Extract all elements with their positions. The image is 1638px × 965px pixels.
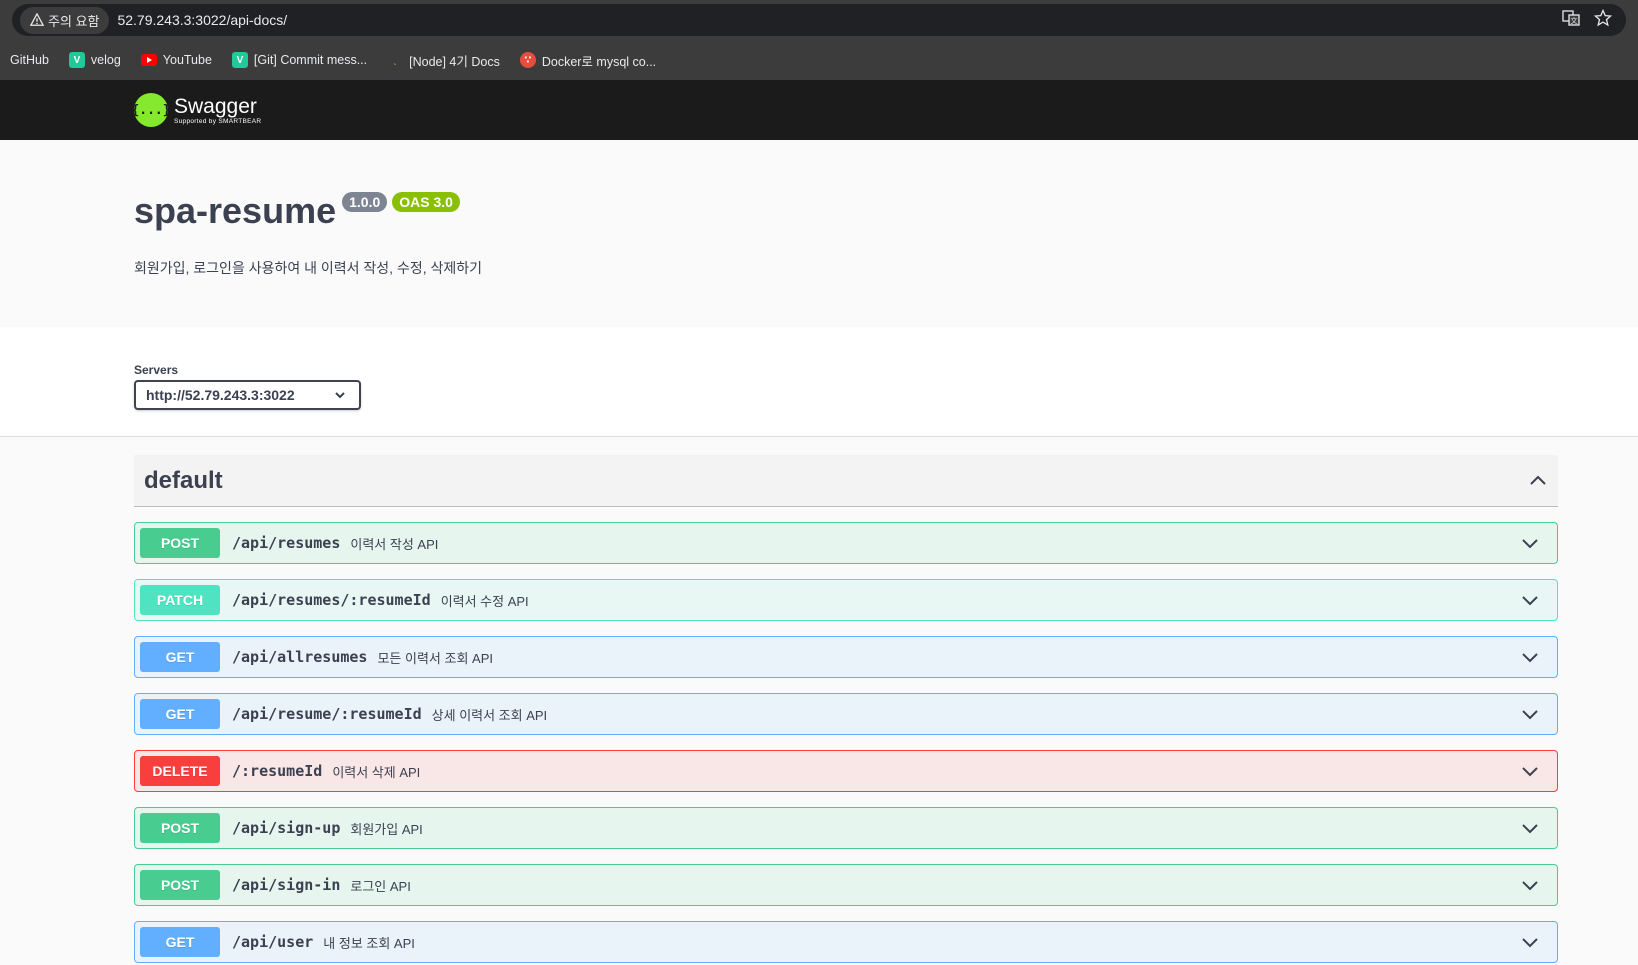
chevron-down-icon[interactable] [1520,818,1540,838]
api-info: spa-resume 1.0.0 OAS 3.0 회원가입, 로그인을 사용하여… [0,140,1638,327]
bookmark-github[interactable]: GitHub [0,52,49,68]
method-badge: DELETE [140,756,220,786]
security-warning-chip[interactable]: 주의 요함 [20,6,110,34]
warning-icon [30,13,44,26]
operation-summary: 이력서 작성 API [350,536,439,552]
method-badge: GET [140,699,220,729]
bookmark-label: [Node] 4기 Docs [409,54,500,69]
method-badge: POST [140,528,220,558]
velog-icon: V [231,52,248,68]
oas-badge: OAS 3.0 [392,192,460,212]
chevron-down-icon[interactable] [1520,932,1540,952]
translate-icon[interactable]: 文 [1562,9,1580,32]
method-badge: POST [140,813,220,843]
operation-path: /api/sign-in [232,876,341,894]
operation-path: /api/user [232,933,314,951]
bookmark-docker-mysql[interactable]: ∵ Docker로 mysql co... [519,51,657,70]
node-icon: ˎ [393,54,397,66]
chevron-down-icon[interactable] [1520,761,1540,781]
address-bar[interactable]: 주의 요함 52.79.243.3:3022/api-docs/ 文 [12,4,1626,36]
bookmark-velog[interactable]: V velog [68,52,121,68]
bookmark-label: [Git] Commit mess... [253,53,368,67]
swagger-logo[interactable]: {...} Swagger Supported by SMARTBEAR [131,93,262,127]
operation-path: /api/resume/:resumeId [232,705,422,723]
velog-icon: V [68,52,85,68]
bookmark-label: Docker로 mysql co... [541,54,657,69]
operation-delete-resume[interactable]: DELETE /:resumeId 이력서 삭제 API [134,750,1558,792]
operations-section: default POST /api/resumes 이력서 작성 API PAT… [0,437,1558,963]
tag-name: default [144,466,223,494]
operation-summary: 이력서 삭제 API [332,764,421,780]
chevron-up-icon[interactable] [1528,471,1548,491]
chevron-down-icon[interactable] [1520,704,1540,724]
chevron-down-icon[interactable] [1520,533,1540,553]
api-description: 회원가입, 로그인을 사용하여 내 이력서 작성, 수정, 삭제하기 [134,260,483,276]
operation-get-allresumes[interactable]: GET /api/allresumes 모든 이력서 조회 API [134,636,1558,678]
operation-summary: 모든 이력서 조회 API [377,650,493,666]
warning-label: 주의 요함 [48,13,100,29]
swagger-logo-name: Swagger [174,94,257,118]
bookmark-label: YouTube [162,53,212,67]
server-select[interactable]: http://52.79.243.3:3022 [134,380,361,410]
operation-summary: 회원가입 API [350,821,423,837]
operation-path: /api/resumes [232,534,341,552]
operation-path: /api/resumes/:resumeId [232,591,431,609]
operation-summary: 내 정보 조회 API [323,935,415,951]
version-badge: 1.0.0 [342,192,388,212]
servers-section: Servers http://52.79.243.3:3022 [0,327,1638,437]
bookmark-label: velog [90,53,121,67]
swagger-topbar: {...} Swagger Supported by SMARTBEAR [0,80,1638,140]
api-title: spa-resume [134,190,337,231]
operation-patch-resume[interactable]: PATCH /api/resumes/:resumeId 이력서 수정 API [134,579,1558,621]
bookmark-label: GitHub [10,53,49,67]
browser-toolbar: 주의 요함 52.79.243.3:3022/api-docs/ 文 [0,0,1638,40]
url-text[interactable]: 52.79.243.3:3022/api-docs/ [117,12,287,28]
method-badge: GET [140,927,220,957]
chevron-down-icon [335,392,345,399]
operation-summary: 로그인 API [350,878,411,894]
method-badge: PATCH [140,585,220,615]
svg-text:文: 文 [1571,16,1578,25]
operation-summary: 이력서 수정 API [440,593,529,609]
bookmarks-bar: GitHub V velog YouTube V [Git] Commit me… [0,40,1638,80]
swagger-logo-icon: {...} [131,93,171,127]
docker-icon: ∵ [519,52,536,68]
operation-post-resumes[interactable]: POST /api/resumes 이력서 작성 API [134,522,1558,564]
servers-label: Servers [134,363,179,377]
bookmark-git-commit[interactable]: V [Git] Commit mess... [231,52,368,68]
operation-summary: 상세 이력서 조회 API [431,707,548,723]
operation-path: /api/allresumes [232,648,368,666]
tag-header-default[interactable]: default [134,455,1558,507]
star-icon[interactable] [1593,8,1613,32]
method-badge: GET [140,642,220,672]
operation-post-sign-up[interactable]: POST /api/sign-up 회원가입 API [134,807,1558,849]
chevron-down-icon[interactable] [1520,647,1540,667]
operation-post-sign-in[interactable]: POST /api/sign-in 로그인 API [134,864,1558,906]
chevron-down-icon[interactable] [1520,875,1540,895]
bookmark-youtube[interactable]: YouTube [140,52,212,68]
github-icon [0,52,4,68]
chevron-down-icon[interactable] [1520,590,1540,610]
operation-get-resume-detail[interactable]: GET /api/resume/:resumeId 상세 이력서 조회 API [134,693,1558,735]
operation-path: /:resumeId [232,762,323,780]
youtube-icon [140,52,157,68]
operation-path: /api/sign-up [232,819,341,837]
bookmark-node-docs[interactable]: ˎ [Node] 4기 Docs [387,51,500,70]
operation-get-user[interactable]: GET /api/user 내 정보 조회 API [134,921,1558,963]
method-badge: POST [140,870,220,900]
server-selected-value: http://52.79.243.3:3022 [146,387,295,403]
swagger-logo-sub: Supported by SMARTBEAR [174,117,262,125]
